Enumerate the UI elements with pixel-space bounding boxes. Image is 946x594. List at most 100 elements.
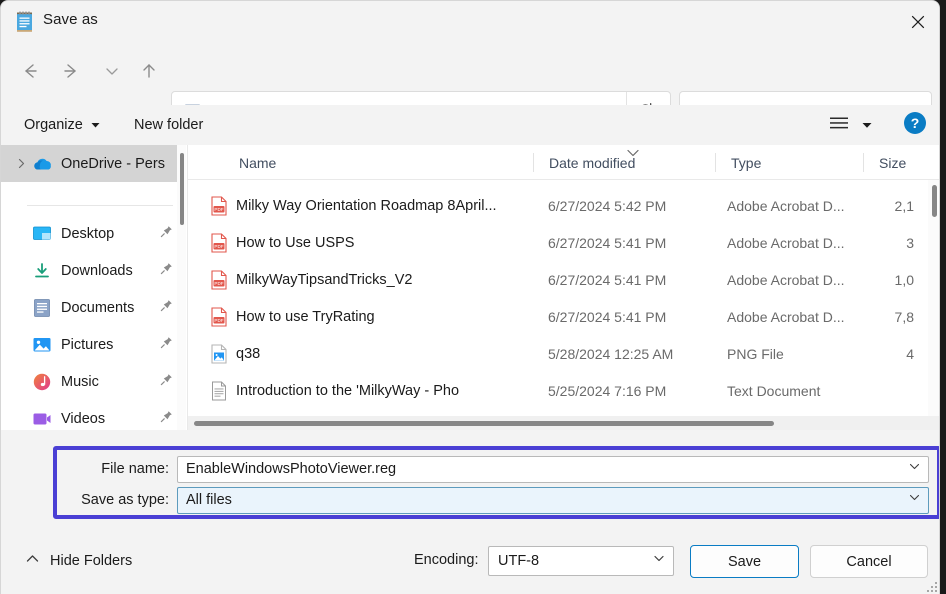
- file-list-horizontal-scrollbar-thumb[interactable]: [194, 421, 774, 426]
- downloads-icon: [31, 260, 53, 282]
- organize-button[interactable]: Organize: [16, 111, 108, 139]
- view-options-button[interactable]: [826, 113, 852, 137]
- file-size: 1,0: [894, 271, 914, 288]
- dialog-footer: Hide Folders Encoding: UTF-8: [1, 529, 939, 594]
- sidebar-item-label: Pictures: [61, 336, 114, 353]
- sidebar-item-documents[interactable]: Documents: [1, 289, 186, 326]
- sidebar-item-label: Videos: [61, 410, 106, 427]
- hide-folders-button[interactable]: Hide Folders: [19, 547, 138, 575]
- pdf-file-icon: PDF: [210, 195, 228, 216]
- forward-button[interactable]: [53, 55, 89, 91]
- chevron-down-icon[interactable]: [908, 491, 921, 509]
- file-name: MilkyWayTipsandTricks_V2: [236, 271, 413, 288]
- file-type: PNG File: [727, 345, 784, 362]
- file-name: How to use TryRating: [236, 308, 375, 325]
- svg-text:PDF: PDF: [214, 244, 223, 249]
- column-divider[interactable]: [715, 153, 716, 172]
- table-row[interactable]: PDF Milky Way Orientation Roadmap 8April…: [188, 187, 939, 224]
- pin-icon[interactable]: [160, 410, 173, 428]
- encoding-dropdown[interactable]: UTF-8: [488, 546, 674, 576]
- up-button[interactable]: [131, 55, 167, 91]
- organize-label: Organize: [24, 117, 83, 133]
- sidebar-item-desktop[interactable]: Desktop: [1, 215, 186, 252]
- save-as-type-label: Save as type:: [81, 492, 169, 508]
- pin-icon[interactable]: [160, 262, 173, 280]
- file-list: Name Date modified Type Size PDF Milky W…: [187, 145, 939, 430]
- file-name-input[interactable]: EnableWindowsPhotoViewer.reg: [177, 455, 929, 483]
- save-button[interactable]: Save: [690, 545, 799, 578]
- file-size: 7,8: [894, 308, 914, 325]
- videos-icon: [31, 408, 53, 430]
- file-list-vertical-scrollbar-thumb[interactable]: [932, 185, 937, 217]
- file-name-label: File name:: [101, 461, 169, 477]
- chevron-up-icon: [25, 552, 40, 570]
- sidebar-divider: [27, 205, 173, 206]
- navigation-sidebar[interactable]: OneDrive - Pers Desktop Downloads Docume…: [1, 145, 186, 430]
- sidebar-item-music[interactable]: Music: [1, 363, 186, 400]
- list-view-icon: [829, 115, 849, 136]
- column-divider[interactable]: [533, 153, 534, 172]
- close-button[interactable]: [895, 1, 939, 42]
- chevron-right-icon[interactable]: [13, 158, 29, 169]
- save-as-type-value: All files: [186, 492, 232, 508]
- encoding-value: UTF-8: [498, 553, 540, 569]
- pdf-file-icon: PDF: [210, 306, 228, 327]
- column-header-name[interactable]: Name: [226, 145, 276, 180]
- notepad-icon: [15, 11, 35, 33]
- chevron-down-icon[interactable]: [652, 552, 666, 571]
- desktop-icon: [31, 223, 53, 245]
- dialog-body: OneDrive - Pers Desktop Downloads Docume…: [1, 145, 939, 430]
- window-title: Save as: [43, 11, 98, 28]
- resize-grip-icon[interactable]: [925, 580, 937, 592]
- table-row[interactable]: PDF How to Use USPS 6/27/2024 5:41 PM Ad…: [188, 224, 939, 261]
- sidebar-item-pictures[interactable]: Pictures: [1, 326, 186, 363]
- new-folder-button[interactable]: New folder: [126, 111, 211, 139]
- caret-down-icon: [91, 116, 100, 134]
- pin-icon[interactable]: [160, 299, 173, 317]
- help-icon: ?: [910, 115, 920, 131]
- pdf-file-icon: PDF: [210, 232, 228, 253]
- text-file-icon: [210, 381, 228, 401]
- sidebar-item-label: Desktop: [61, 225, 115, 242]
- file-size: 4: [906, 345, 914, 362]
- arrow-left-icon: [20, 61, 40, 86]
- command-bar: Organize New folder: [1, 105, 939, 145]
- sidebar-item-downloads[interactable]: Downloads: [1, 252, 186, 289]
- save-as-type-dropdown[interactable]: All files: [177, 486, 929, 514]
- file-date-modified: 6/27/2024 5:41 PM: [548, 308, 667, 325]
- column-header-type[interactable]: Type: [718, 145, 761, 180]
- file-date-modified: 6/27/2024 5:41 PM: [548, 271, 667, 288]
- navigation-row: › Documents ›: [1, 42, 939, 135]
- save-as-dialog: Save as Search Documents Organize New fo…: [0, 0, 940, 594]
- pin-icon[interactable]: [160, 336, 173, 354]
- file-date-modified: 5/28/2024 12:25 AM: [548, 345, 674, 362]
- column-header-date-modified[interactable]: Date modified: [536, 145, 635, 180]
- sidebar-item-onedrive[interactable]: OneDrive - Pers: [1, 145, 186, 182]
- column-divider[interactable]: [863, 153, 864, 172]
- cancel-button[interactable]: Cancel: [810, 545, 928, 578]
- table-row[interactable]: Introduction to the 'MilkyWay - Pho 5/25…: [188, 372, 939, 409]
- file-type: Adobe Acrobat D...: [727, 308, 845, 325]
- chevron-down-icon[interactable]: [908, 460, 921, 478]
- file-type: Adobe Acrobat D...: [727, 271, 845, 288]
- documents-icon: [31, 297, 53, 319]
- svg-text:PDF: PDF: [214, 281, 223, 286]
- svg-text:PDF: PDF: [214, 318, 223, 323]
- file-size: 2,1: [894, 197, 914, 214]
- file-type: Adobe Acrobat D...: [727, 234, 845, 251]
- recent-locations-button[interactable]: [94, 55, 130, 91]
- back-button[interactable]: [12, 55, 48, 91]
- caret-down-icon: [862, 116, 872, 134]
- pin-icon[interactable]: [160, 373, 173, 391]
- table-row[interactable]: PDF How to use TryRating 6/27/2024 5:41 …: [188, 298, 939, 335]
- file-name: q38: [236, 345, 261, 362]
- column-header-size[interactable]: Size: [866, 145, 906, 180]
- pin-icon[interactable]: [160, 225, 173, 243]
- sidebar-scrollbar-thumb[interactable]: [180, 153, 184, 225]
- view-options-dropdown[interactable]: [857, 113, 877, 137]
- table-row[interactable]: q38 5/28/2024 12:25 AM PNG File 4: [188, 335, 939, 372]
- sidebar-item-videos[interactable]: Videos: [1, 400, 186, 430]
- help-button[interactable]: ?: [904, 112, 926, 134]
- file-date-modified: 5/25/2024 7:16 PM: [548, 382, 667, 399]
- table-row[interactable]: PDF MilkyWayTipsandTricks_V2 6/27/2024 5…: [188, 261, 939, 298]
